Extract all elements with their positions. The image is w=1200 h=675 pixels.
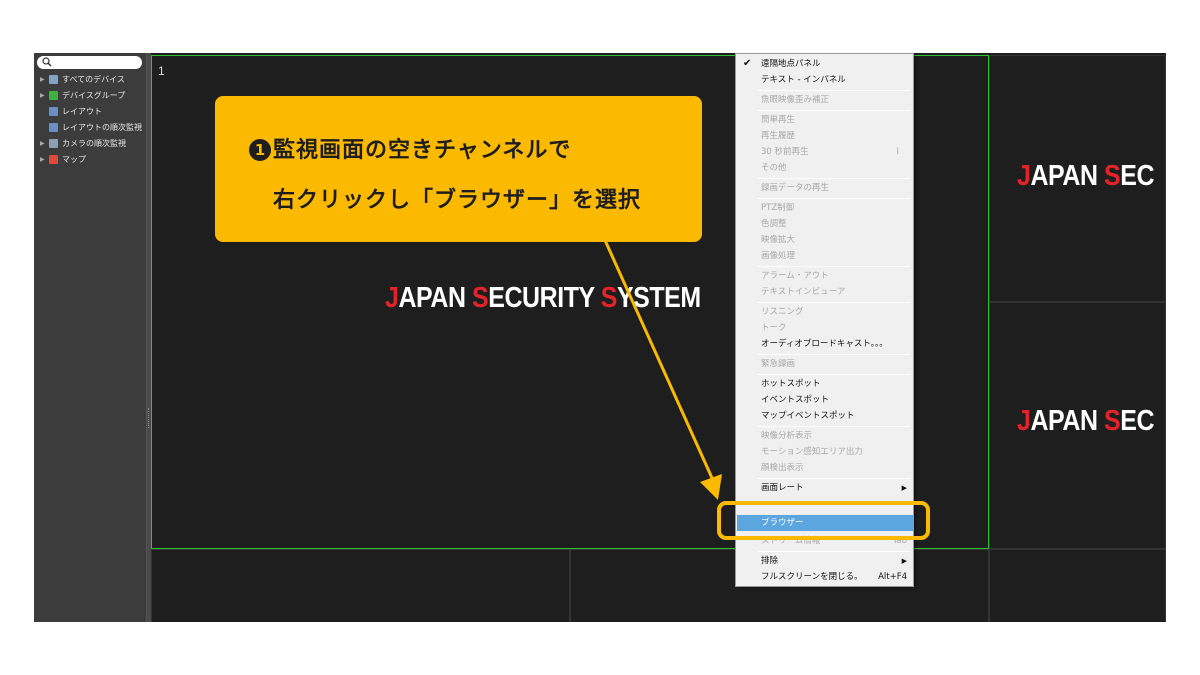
menu-item-event-spot[interactable]: イベントスポット <box>737 392 913 408</box>
menu-separator <box>758 426 910 427</box>
callout-line-2: 右クリックし「ブラウザー」を選択 <box>273 188 642 213</box>
expand-arrow-icon[interactable]: ▶ <box>40 152 45 167</box>
menu-item-text-in-panel[interactable]: テキスト - インパネル <box>737 72 913 88</box>
menu-item-30s-replay: 30 秒前再生 I <box>761 147 899 157</box>
video-channel-2[interactable]: JAPAN SEC <box>989 55 1166 302</box>
menu-item-remove[interactable]: 排除 ▶ <box>737 553 913 569</box>
tree-item-camera-sequence[interactable]: ▶ カメラの順次監視 <box>34 136 146 151</box>
menu-separator <box>758 90 910 91</box>
menu-item-remote-panel[interactable]: ✔ 遠隔地点パネル <box>737 56 913 72</box>
menu-item-text-in-viewer: テキストインビューア <box>761 287 846 297</box>
device-group-icon <box>49 91 58 100</box>
video-channel-3[interactable]: JAPAN SEC <box>989 302 1166 549</box>
menu-item-ptz-control: PTZ制御 <box>761 203 795 213</box>
tree-item-label: すべてのデバイス <box>62 75 125 84</box>
menu-item-fisheye-dewarp: 魚眼映像歪み補正 <box>761 95 830 105</box>
menu-item-image-processing: 画像処理 <box>761 251 796 261</box>
layout-icon <box>49 107 58 116</box>
menu-item-hotspot[interactable]: ホットスポット <box>737 376 913 392</box>
menu-separator <box>758 354 910 355</box>
menu-item-video-analytics: 映像分析表示 <box>761 431 813 441</box>
device-list-icon <box>49 75 58 84</box>
expand-arrow-icon[interactable]: ▶ <box>40 72 45 87</box>
menu-separator <box>758 302 910 303</box>
check-icon: ✔ <box>743 58 752 69</box>
menu-item-quick-playback: 簡単再生 <box>761 115 796 125</box>
submenu-arrow-icon: ▶ <box>901 557 907 565</box>
menu-item-motion-area-output: モーション感知エリア出力 <box>761 447 863 457</box>
layout-sequence-icon <box>49 123 58 132</box>
jss-logo: JAPAN SEC <box>1017 160 1155 192</box>
menu-item-playback-history: 再生履歴 <box>761 131 796 141</box>
menu-item-emergency-record: 緊急録画 <box>761 359 796 369</box>
search-icon <box>42 57 52 67</box>
menu-item-listening: リスニング <box>761 307 804 317</box>
channel-number: 1 <box>158 64 165 78</box>
device-tree-sidebar: ▶ すべてのデバイス ▶ デバイスグループ レイアウト レイアウトの順次監視 ▶… <box>34 53 147 622</box>
menu-separator <box>758 374 910 375</box>
menu-item-talk: トーク <box>761 323 787 333</box>
camera-sequence-icon <box>49 139 58 148</box>
menu-item-zoom: 映像拡大 <box>761 235 796 245</box>
video-channel-6[interactable] <box>989 549 1166 622</box>
video-channel-4[interactable] <box>151 549 570 622</box>
tree-item-label: デバイスグループ <box>62 91 126 100</box>
menu-item-map-event-spot[interactable]: マップイベントスポット <box>737 408 913 424</box>
submenu-arrow-icon: ▶ <box>901 484 907 492</box>
expand-arrow-icon[interactable]: ▶ <box>40 136 45 151</box>
tree-item-label: マップ <box>62 155 86 164</box>
tree-item-label: レイアウトの順次監視 <box>62 123 142 132</box>
instruction-callout: 1 監視画面の空きチャンネルで 右クリックし「ブラウザー」を選択 <box>215 96 702 242</box>
tree-item-label: レイアウト <box>62 107 102 116</box>
tree-item-all-devices[interactable]: ▶ すべてのデバイス <box>34 72 146 87</box>
tree-item-label: カメラの順次監視 <box>62 139 126 148</box>
menu-item-alarm-out: アラーム・アウト <box>761 271 829 281</box>
menu-item-audio-broadcast[interactable]: オーディオブロードキャスト。。。 <box>737 336 913 352</box>
menu-item-color-adjust: 色調整 <box>761 219 787 229</box>
expand-arrow-icon[interactable]: ▶ <box>40 88 45 103</box>
step-number-badge: 1 <box>249 139 271 161</box>
tree-item-layout[interactable]: レイアウト <box>34 104 146 119</box>
menu-item-frame-rate[interactable]: 画面レート ▶ <box>737 480 913 496</box>
tree-item-device-group[interactable]: ▶ デバイスグループ <box>34 88 146 103</box>
menu-item-other: その他 <box>761 163 787 173</box>
menu-item-recorded-playback: 録画データの再生 <box>761 183 830 193</box>
splitter-grip-icon <box>148 408 150 428</box>
menu-separator <box>758 198 910 199</box>
map-icon <box>49 155 58 164</box>
jss-logo: JAPAN SECURITY SYSTEM <box>385 282 701 314</box>
menu-separator <box>758 478 910 479</box>
menu-separator <box>758 178 910 179</box>
search-input[interactable] <box>37 56 142 69</box>
jss-logo: JAPAN SEC <box>1017 405 1155 437</box>
menu-separator <box>758 266 910 267</box>
menu-separator <box>758 110 910 111</box>
tree-item-layout-sequence[interactable]: レイアウトの順次監視 <box>34 120 146 135</box>
tree-item-map[interactable]: ▶ マップ <box>34 152 146 167</box>
annotation-highlight-ring <box>717 501 930 540</box>
menu-item-close-fullscreen[interactable]: フルスクリーンを閉じる。 Alt+F4 <box>737 569 913 585</box>
callout-line-1: 1 監視画面の空きチャンネルで <box>249 132 571 164</box>
menu-separator <box>758 551 910 552</box>
menu-item-face-detection: 顔検出表示 <box>761 463 804 473</box>
